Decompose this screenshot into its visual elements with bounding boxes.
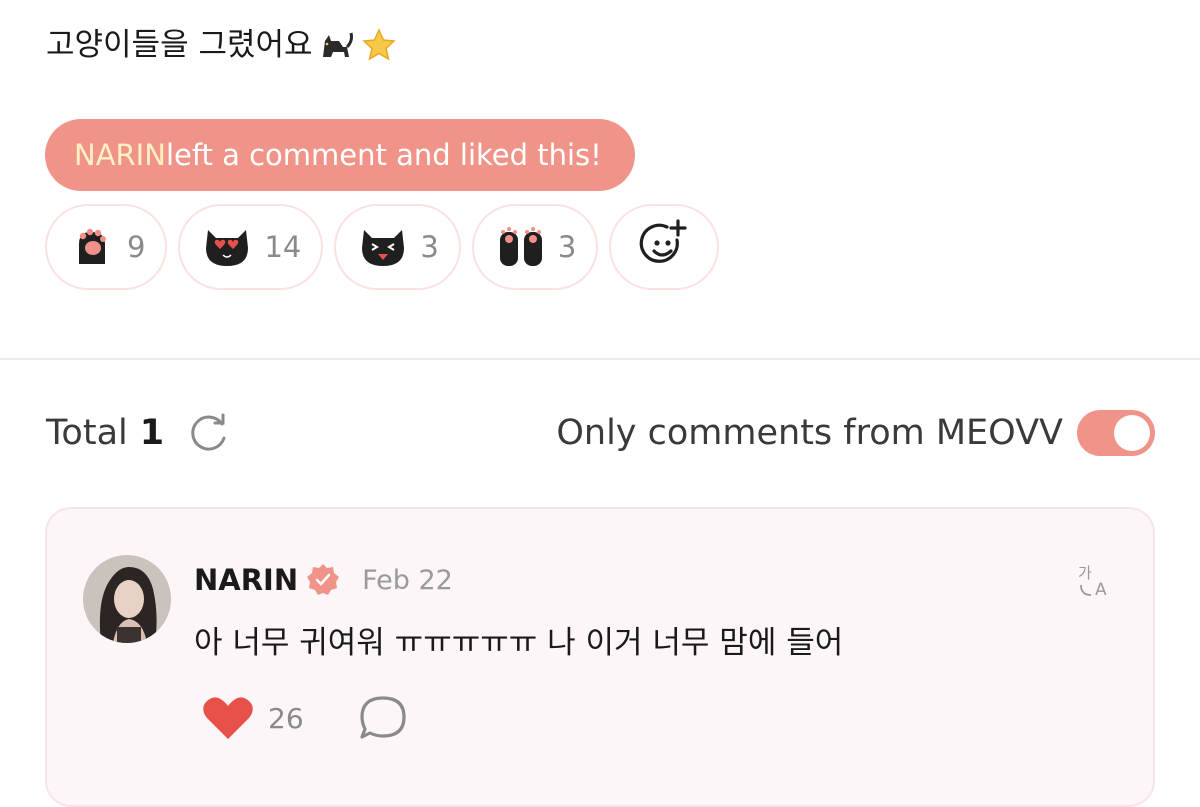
post-caption: 고양이들을 그렸어요 [46,27,313,63]
squint-cat-icon [358,222,408,272]
total-count: 1 [139,413,165,453]
smiley-plus-icon [637,218,691,276]
reaction-count: 14 [264,230,302,264]
black-cat-emoji-icon [319,27,355,63]
filter-label: Only comments from MEOVV [556,413,1063,453]
reaction-cat-paws[interactable]: 3 [471,204,599,290]
star-emoji-icon [361,27,397,63]
comment-filter: Only comments from MEOVV [556,410,1155,456]
reaction-squint-cat[interactable]: 3 [334,204,461,290]
cat-paw-icon [69,222,115,272]
comment-date: Feb 22 [362,564,453,596]
cat-paws-icon [496,222,546,272]
comment-text: 아 너무 귀여워 ㅠㅠㅠㅠㅠ 나 이거 너무 맘에 들어 [194,625,844,661]
refresh-icon[interactable] [188,412,230,454]
activity-notice-banner[interactable]: NARIN left a comment and liked this! [45,119,635,191]
comment-author[interactable]: NARIN [194,563,298,597]
avatar[interactable] [83,555,171,643]
reaction-bar: 9 14 3 3 [45,204,720,290]
comment-actions: 26 [202,695,408,741]
reaction-count: 9 [127,230,146,264]
notice-nickname: NARIN [74,138,166,172]
heart-eyes-cat-icon [202,222,252,272]
comment-card: NARIN Feb 22 가A 아 너무 귀여워 ㅠㅠㅠㅠㅠ 나 이거 너무 맘… [45,507,1155,807]
post-text: 고양이들을 그렸어요 [46,20,397,70]
svg-text:가: 가 [1078,564,1092,582]
total-label: Total [46,413,128,453]
comments-total: Total 1 [46,412,230,454]
reaction-count: 3 [420,230,439,264]
comment-author-row: NARIN Feb 22 [194,563,453,597]
translate-icon[interactable]: 가A [1077,561,1115,603]
reply-bubble-icon[interactable] [358,695,408,741]
verified-badge-icon [306,563,340,597]
reaction-cat-paw[interactable]: 9 [45,204,168,290]
like-count: 26 [268,701,304,735]
toggle-knob [1114,415,1150,451]
reaction-count: 3 [557,230,577,264]
svg-text:A: A [1095,580,1107,599]
notice-message: left a comment and liked this! [165,138,602,172]
add-reaction-button[interactable] [609,204,720,290]
section-divider [0,358,1200,360]
filter-toggle[interactable] [1077,410,1155,456]
reaction-heart-eyes-cat[interactable]: 14 [178,204,324,290]
like-heart-icon[interactable] [202,695,254,741]
